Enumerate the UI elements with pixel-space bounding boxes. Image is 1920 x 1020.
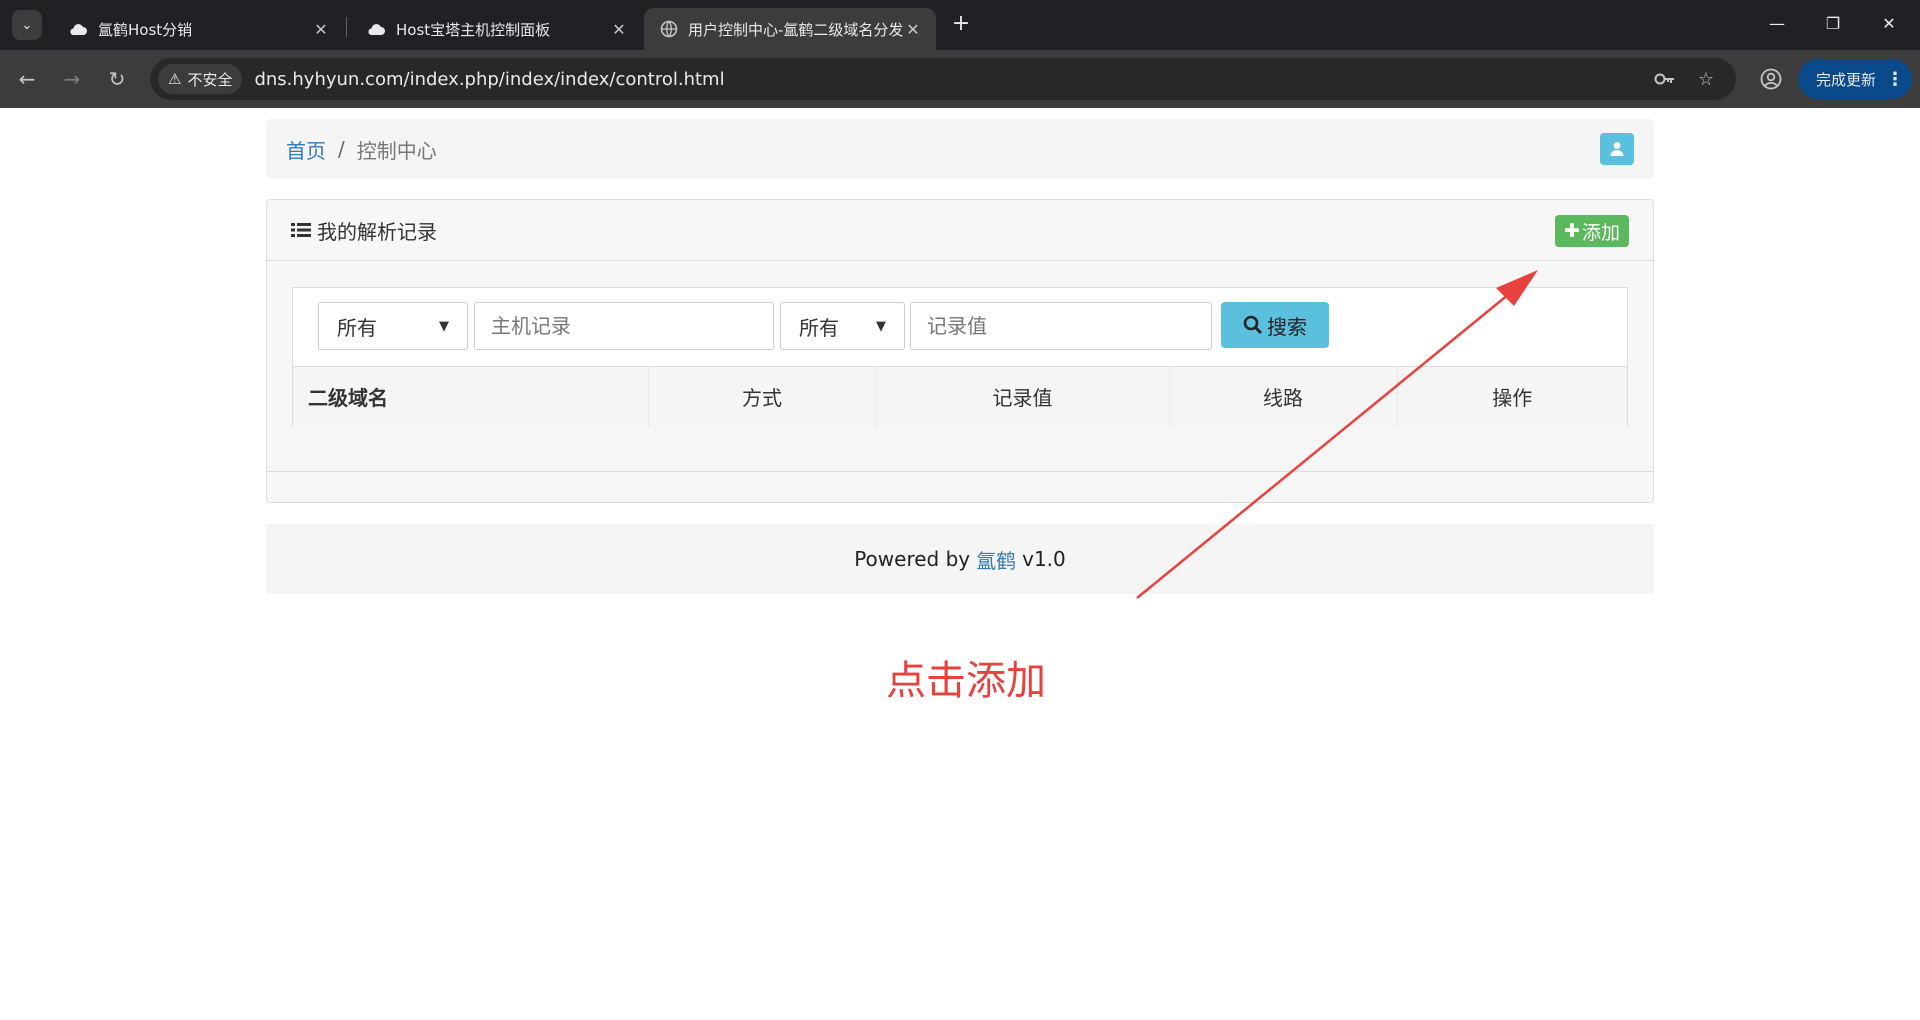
annotation-text: 点击添加	[886, 658, 1046, 704]
annotation-arrow	[1136, 270, 1538, 599]
